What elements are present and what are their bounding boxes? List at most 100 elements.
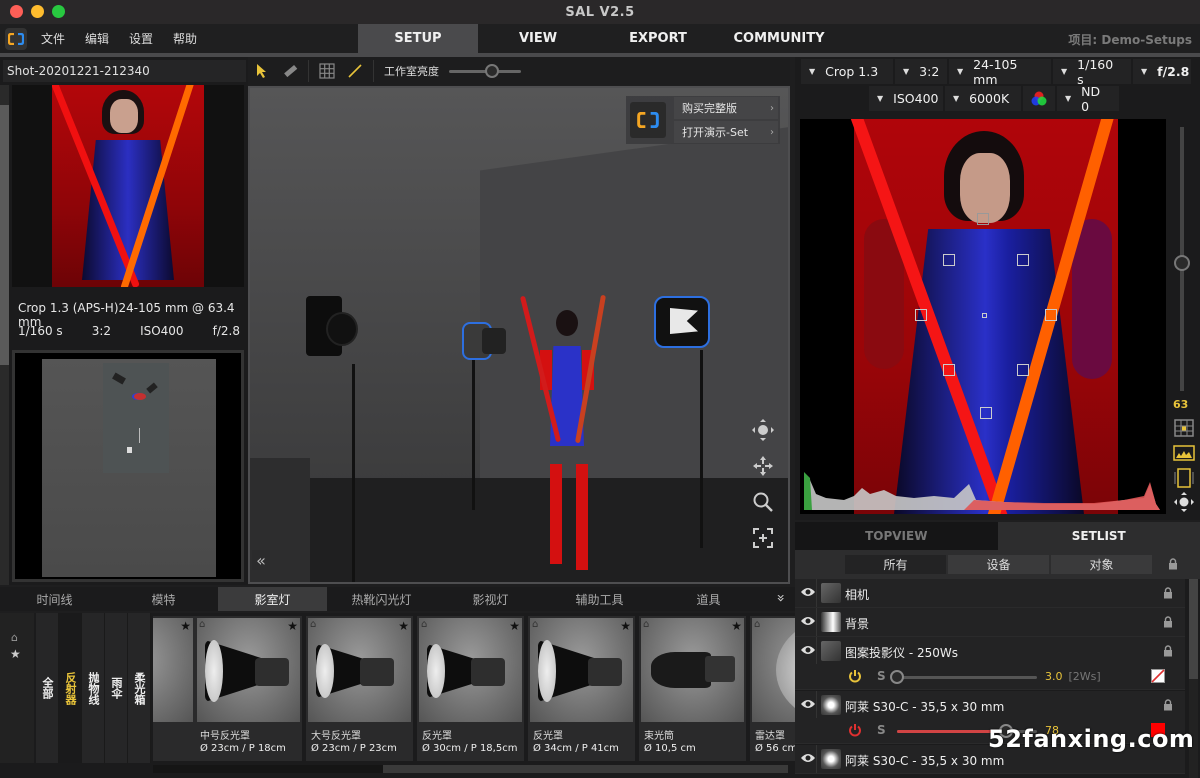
library-scrollbar-thumb[interactable]	[383, 765, 788, 773]
tab-setlist[interactable]: SETLIST	[997, 522, 1200, 550]
lock-all-icon[interactable]	[1168, 558, 1178, 570]
tab-setup[interactable]: SETUP	[358, 24, 478, 53]
buy-full-version-item[interactable]: 购买完整版 ›	[674, 97, 778, 119]
white-balance-dropdown[interactable]: ▼ 6000K	[945, 86, 1021, 111]
open-demo-set-item[interactable]: 打开演示-Set ›	[674, 121, 778, 143]
favorite-star-icon[interactable]: ★	[731, 619, 742, 633]
line-tool-button[interactable]	[341, 57, 369, 85]
af-point[interactable]	[1045, 309, 1057, 321]
orbit-icon[interactable]	[751, 418, 775, 442]
camera-preview[interactable]	[800, 119, 1166, 514]
af-point[interactable]	[915, 309, 927, 321]
aperture-dropdown[interactable]: ▼ f/2.8	[1133, 59, 1191, 84]
intensity-knob[interactable]	[890, 670, 904, 684]
fit-view-icon[interactable]	[751, 526, 775, 550]
no-color-swatch[interactable]	[1151, 669, 1165, 683]
nd-filter-dropdown[interactable]: ▼ ND 0	[1057, 84, 1119, 114]
home-filter-icon[interactable]: ⌂	[11, 631, 18, 644]
minimize-window-button[interactable]	[31, 5, 44, 18]
tab-film-lights[interactable]: 影视灯	[436, 587, 545, 611]
shot-name[interactable]: Shot-20201221-212340	[3, 60, 246, 82]
studio-light-right[interactable]	[654, 296, 714, 352]
library-item[interactable]: ★cm	[153, 616, 195, 761]
studio-brightness-slider[interactable]	[449, 63, 521, 78]
menu-file[interactable]: 文件	[41, 30, 65, 47]
left-scrollbar[interactable]	[0, 85, 9, 585]
favorite-star-icon[interactable]: ★	[620, 619, 631, 633]
topview-thumbnail[interactable]	[12, 350, 244, 582]
category-softbox[interactable]: 柔光箱	[128, 613, 151, 763]
visibility-eye-icon[interactable]	[800, 586, 816, 598]
zoom-icon[interactable]	[751, 490, 775, 514]
preview-zoom-slider[interactable]	[1174, 127, 1190, 391]
lock-icon[interactable]	[1163, 699, 1173, 711]
maximize-window-button[interactable]	[52, 5, 65, 18]
af-point[interactable]	[980, 407, 992, 419]
tab-models[interactable]: 模特	[109, 587, 218, 611]
color-filter-button[interactable]	[1023, 86, 1055, 111]
filter-all[interactable]: 所有	[845, 555, 946, 574]
preview-zoom-knob[interactable]	[1174, 255, 1190, 271]
tab-topview[interactable]: TOPVIEW	[795, 522, 998, 550]
filter-equipment[interactable]: 设备	[948, 555, 1049, 574]
3d-viewport[interactable]: 购买完整版 › 打开演示-Set › «	[248, 86, 790, 584]
setlist-item-background[interactable]: 背景	[795, 608, 1185, 637]
favorite-star-icon[interactable]: ★	[509, 619, 520, 633]
library-item[interactable]: ⌂ ★ 大号反光罩 Ø 23cm / P 23cm	[306, 616, 413, 761]
setlist-item-arri-1[interactable]: 阿莱 S30-C - 35,5 x 30 mm	[795, 691, 1185, 720]
lens-dropdown[interactable]: ▼ 24-105 mm	[949, 57, 1051, 87]
camera-object[interactable]	[298, 294, 358, 364]
setlist-item-camera[interactable]: 相机	[795, 579, 1185, 608]
lock-icon[interactable]	[1163, 587, 1173, 599]
pan-icon[interactable]	[751, 454, 775, 478]
visibility-eye-icon[interactable]	[800, 615, 816, 627]
tab-view[interactable]: VIEW	[478, 24, 598, 53]
af-point[interactable]	[1017, 254, 1029, 266]
visibility-eye-icon[interactable]	[800, 752, 816, 764]
menu-settings[interactable]: 设置	[129, 30, 153, 47]
tab-export[interactable]: EXPORT	[598, 24, 718, 53]
af-grid-icon[interactable]	[1173, 419, 1195, 437]
expand-library-icon[interactable]: »	[773, 594, 789, 603]
iso-dropdown[interactable]: ▼ ISO400	[869, 86, 943, 111]
tab-studio-lights[interactable]: 影室灯	[218, 587, 327, 611]
af-point[interactable]	[977, 213, 989, 225]
lock-icon[interactable]	[1163, 645, 1173, 657]
visibility-eye-icon[interactable]	[800, 644, 816, 656]
close-window-button[interactable]	[10, 5, 23, 18]
projector-intensity-slider[interactable]	[890, 670, 1037, 684]
ratio-dropdown[interactable]: ▼ 3:2	[895, 59, 947, 84]
af-point[interactable]	[943, 254, 955, 266]
grid-toggle-button[interactable]	[313, 57, 341, 85]
af-point[interactable]	[943, 364, 955, 376]
collapse-panel-button[interactable]: «	[252, 550, 270, 570]
tab-speedlights[interactable]: 热靴闪光灯	[327, 587, 436, 611]
crop-dropdown[interactable]: ▼ Crop 1.3	[801, 59, 893, 84]
library-item[interactable]: ⌂ ★ 中号反光罩 Ø 23cm / P 18cm	[195, 616, 302, 761]
af-point[interactable]	[1017, 364, 1029, 376]
power-icon[interactable]	[848, 669, 862, 683]
studio-light-left[interactable]	[462, 322, 506, 362]
favorite-star-icon[interactable]: ★	[180, 619, 191, 633]
tab-timeline[interactable]: 时间线	[0, 587, 109, 611]
favorite-filter-icon[interactable]: ★	[10, 647, 21, 661]
shot-thumbnail[interactable]	[12, 85, 244, 287]
library-scrollbar[interactable]	[153, 765, 788, 773]
visibility-eye-icon[interactable]	[800, 698, 816, 710]
favorite-star-icon[interactable]: ★	[287, 619, 298, 633]
library-item[interactable]: ⌂ ★ 反光罩 Ø 30cm / P 18,5cm	[417, 616, 524, 761]
library-item[interactable]: ⌂ ★ 束光筒 Ø 10,5 cm	[639, 616, 746, 761]
category-all[interactable]: 全部	[36, 613, 59, 763]
select-tool-button[interactable]	[248, 57, 276, 85]
tab-props[interactable]: 道具	[654, 587, 763, 611]
shutter-dropdown[interactable]: ▼ 1/160 s	[1053, 57, 1131, 87]
orientation-icon[interactable]	[1173, 467, 1195, 489]
category-umbrella[interactable]: 雨伞	[105, 613, 128, 763]
favorite-star-icon[interactable]: ★	[398, 619, 409, 633]
power-icon[interactable]	[848, 723, 862, 737]
library-item[interactable]: ⌂ ★ 反光罩 Ø 34cm / P 41cm	[528, 616, 635, 761]
menu-help[interactable]: 帮助	[173, 30, 197, 47]
navigate-icon[interactable]	[1173, 491, 1195, 513]
af-point-center[interactable]	[982, 313, 987, 318]
app-logo-icon[interactable]	[5, 27, 27, 50]
